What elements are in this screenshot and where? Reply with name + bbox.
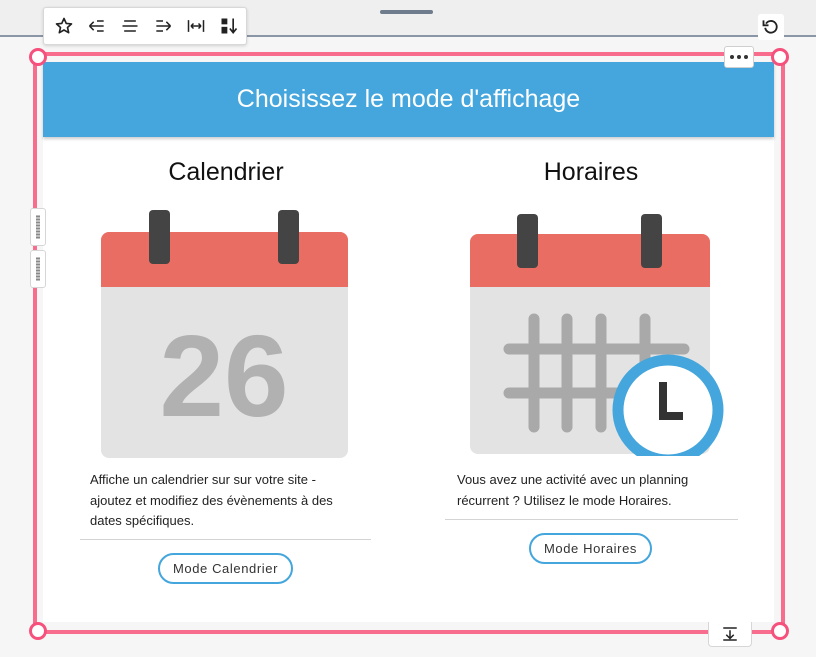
reset-button[interactable] [758,14,784,40]
resize-handle-top-right[interactable] [771,48,789,66]
resize-handle-top-left[interactable] [29,48,47,66]
schedule-description-line: récurrent ? Utilisez le mode Horaires. [457,492,672,508]
schedule-mode-button[interactable]: Mode Horaires [529,533,652,564]
resize-handle-bottom-left[interactable] [29,622,47,640]
side-drag-handle[interactable] [30,250,46,288]
sort-icon [221,18,237,35]
stretch-button[interactable] [180,11,211,41]
calendar-divider [80,539,371,540]
widget-panel: Choisissez le mode d'affichage Calendrie… [43,62,774,622]
dot-icon [730,55,734,59]
schedule-divider [445,519,738,520]
calendar-illustration-icon: 26 [101,210,348,458]
schedule-description-line: Vous avez une activité avec un planning [457,472,689,487]
grip-dots-icon [36,257,40,281]
align-left-button[interactable] [81,11,112,41]
more-options-button[interactable] [724,46,754,68]
calendar-description-line: dates spécifiques. [90,513,195,528]
align-bottom-icon [723,627,737,641]
dot-icon [744,55,748,59]
align-center-icon [122,20,137,32]
calendar-mode-button[interactable]: Mode Calendrier [158,553,293,584]
align-right-icon [155,20,171,32]
schedule-description: Vous avez une activité avec un planning … [457,470,747,511]
schedule-illustration-icon [470,214,724,456]
element-toolbar [43,7,247,45]
stretch-down-tab[interactable] [708,622,752,647]
reset-icon [762,20,778,34]
favorite-button[interactable] [48,11,79,41]
align-center-button[interactable] [114,11,145,41]
resize-handle-bottom-right[interactable] [771,622,789,640]
calendar-day-number: 26 [159,311,288,441]
calendar-description: Affiche un calendrier sur sur votre site… [90,470,380,532]
star-icon [55,17,72,34]
align-right-button[interactable] [147,11,178,41]
align-left-icon [88,20,104,32]
calendar-title: Calendrier [168,158,284,186]
section-drag-grip[interactable] [380,10,433,14]
schedule-title: Horaires [543,158,639,186]
calendar-description-line: Affiche un calendrier sur sur votre site… [90,472,316,487]
stretch-icon [187,20,204,32]
arrange-button[interactable] [213,11,244,41]
side-drag-handle[interactable] [30,208,46,246]
calendar-description-line: ajoutez et modifiez des évènements à des [90,492,333,508]
grip-dots-icon [36,215,40,239]
dot-icon [737,55,741,59]
widget-title: Choisissez le mode d'affichage [236,85,581,113]
widget-header: Choisissez le mode d'affichage [43,62,774,137]
